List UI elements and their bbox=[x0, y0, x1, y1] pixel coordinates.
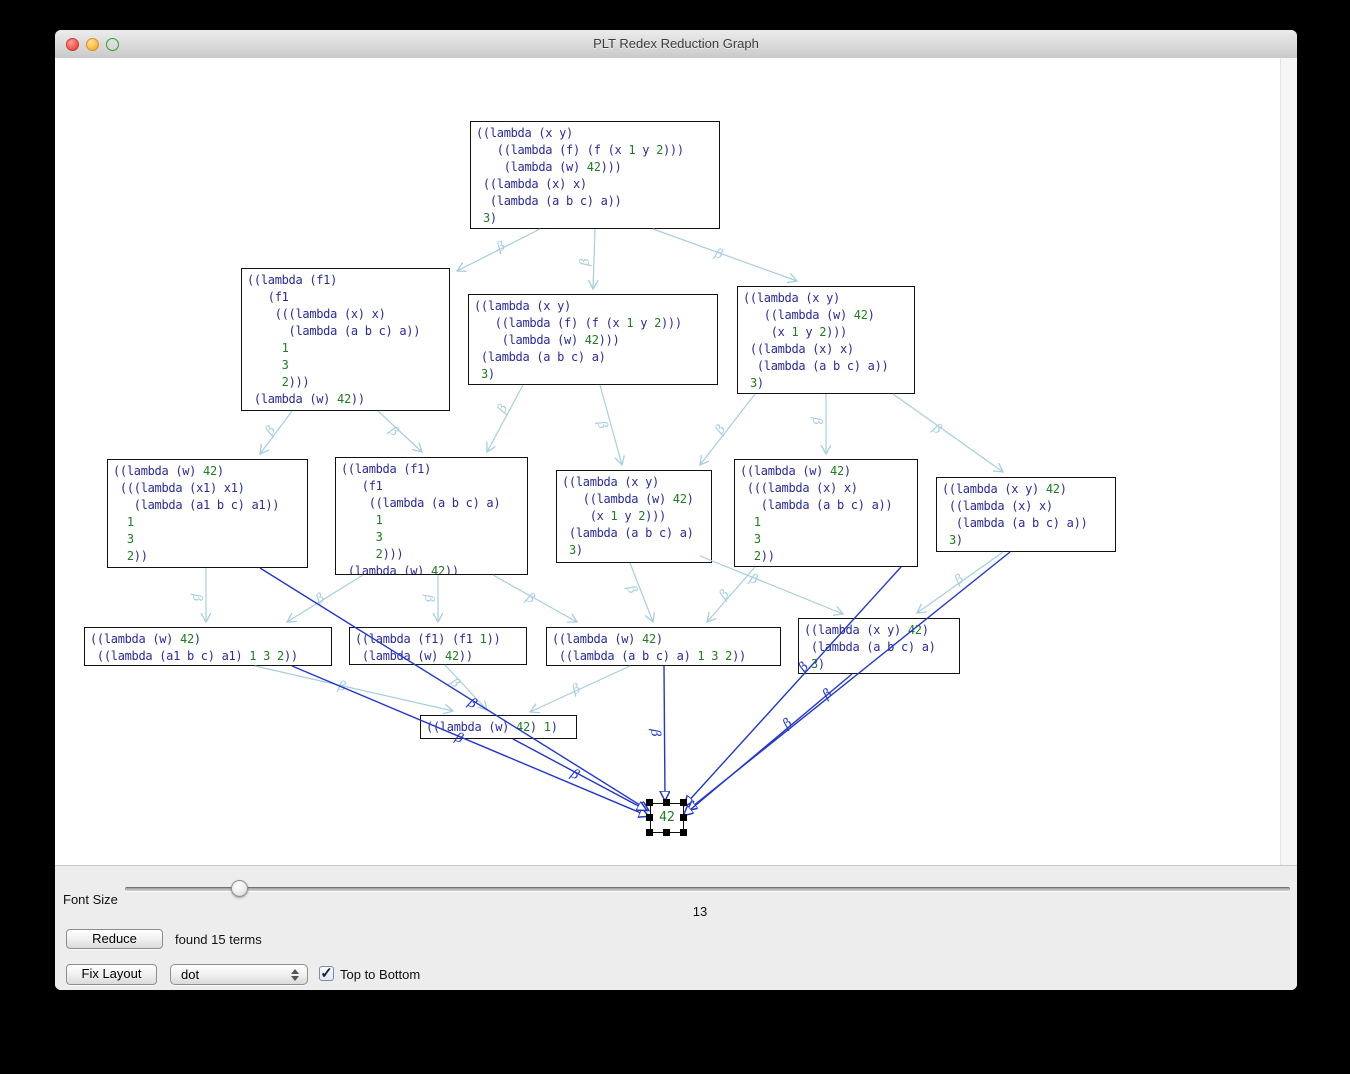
redex-window: PLT Redex Reduction Graph ((lambda (x y)… bbox=[55, 30, 1297, 990]
term-node-n12[interactable]: ((lambda (w) 42) ((lambda (a b c) a) 1 3… bbox=[546, 627, 781, 666]
window-title: PLT Redex Reduction Graph bbox=[55, 30, 1297, 58]
control-panel: Font Size 13 Reduce found 15 terms Fix L… bbox=[55, 865, 1297, 990]
font-size-slider-thumb[interactable] bbox=[231, 880, 248, 897]
edge-label-beta: β bbox=[779, 716, 795, 733]
edge-label-beta: β bbox=[567, 766, 582, 783]
term-node-n2[interactable]: ((lambda (f1) (f1 (((lambda (x) x) (lamb… bbox=[241, 268, 450, 411]
popup-arrows-icon bbox=[291, 967, 300, 983]
edge-label-beta: β bbox=[746, 571, 760, 588]
edge-label-beta: β bbox=[523, 590, 538, 607]
selection-handle[interactable] bbox=[663, 799, 670, 806]
edge-label-beta: β bbox=[446, 675, 463, 691]
term-node-n14[interactable]: ((lambda (w) 42) 1) bbox=[420, 715, 577, 739]
layout-select[interactable]: dot bbox=[170, 964, 308, 985]
title-bar: PLT Redex Reduction Graph bbox=[55, 30, 1297, 59]
selection-handle[interactable] bbox=[680, 799, 687, 806]
edge-label-beta: β bbox=[809, 416, 824, 425]
top-to-bottom-label: Top to Bottom bbox=[340, 967, 420, 982]
edge-label-beta: β bbox=[189, 593, 204, 602]
selection-handle[interactable] bbox=[663, 829, 670, 836]
selection-handle[interactable] bbox=[646, 829, 653, 836]
layout-select-value: dot bbox=[181, 967, 199, 982]
edge-label-beta: β bbox=[494, 402, 511, 417]
term-node-n3[interactable]: ((lambda (x y) ((lambda (f) (f (x 1 y 2)… bbox=[468, 294, 718, 385]
font-size-label: Font Size bbox=[63, 892, 118, 907]
checkmark-icon: ✓ bbox=[320, 965, 333, 982]
edge-label-beta: β bbox=[313, 591, 328, 608]
status-text: found 15 terms bbox=[175, 932, 262, 947]
edge-label-beta: β bbox=[819, 686, 835, 703]
term-node-n6[interactable]: ((lambda (f1) (f1 ((lambda (a b c) a) 1 … bbox=[335, 457, 528, 575]
term-node-n8[interactable]: ((lambda (w) 42) (((lambda (x) x) (lambd… bbox=[734, 459, 918, 567]
font-size-value: 13 bbox=[635, 904, 765, 919]
edge-label-beta: β bbox=[421, 594, 436, 603]
edge-label-beta: β bbox=[951, 572, 967, 589]
reduce-button[interactable]: Reduce bbox=[66, 929, 163, 949]
selection-handle[interactable] bbox=[646, 814, 653, 821]
edge-label-beta: β bbox=[569, 681, 583, 698]
edge-label-beta: β bbox=[578, 258, 593, 267]
term-node-n7[interactable]: ((lambda (x y) ((lambda (w) 42) (x 1 y 2… bbox=[556, 470, 712, 563]
top-to-bottom-checkbox[interactable]: ✓ bbox=[319, 966, 334, 981]
edge-label-beta: β bbox=[623, 583, 640, 596]
term-node-n5[interactable]: ((lambda (w) 42) (((lambda (x1) x1) (lam… bbox=[107, 459, 308, 568]
term-node-n1[interactable]: ((lambda (x y) ((lambda (f) (f (x 1 y 2)… bbox=[470, 121, 720, 229]
edge-label-beta: β bbox=[385, 423, 401, 440]
term-node-n10[interactable]: ((lambda (w) 42) ((lambda (a1 b c) a1) 1… bbox=[84, 627, 332, 666]
edge-label-beta: β bbox=[262, 423, 279, 439]
edge-label-beta: β bbox=[712, 246, 725, 263]
graph-canvas: ((lambda (x y) ((lambda (f) (f (x 1 y 2)… bbox=[55, 58, 1281, 866]
selection-handle[interactable] bbox=[680, 829, 687, 836]
edge-label-beta: β bbox=[593, 419, 610, 431]
edge-label-beta: β bbox=[712, 422, 729, 438]
font-size-slider-track[interactable] bbox=[125, 887, 1290, 891]
term-node-n11[interactable]: ((lambda (f1) (f1 1)) (lambda (w) 42)) bbox=[349, 627, 527, 665]
edge-label-beta: β bbox=[494, 239, 508, 256]
selection-handle[interactable] bbox=[680, 814, 687, 821]
term-node-n9[interactable]: ((lambda (x y) 42) ((lambda (x) x) (lamb… bbox=[936, 477, 1116, 552]
selection-handle[interactable] bbox=[646, 799, 653, 806]
edge-label-beta: β bbox=[929, 421, 945, 438]
fix-layout-button[interactable]: Fix Layout bbox=[66, 964, 157, 985]
edge-label-beta: β bbox=[647, 728, 662, 737]
scrollbar-gutter[interactable] bbox=[1280, 58, 1297, 866]
edge-label-beta: β bbox=[464, 695, 479, 712]
term-node-n13[interactable]: ((lambda (x y) 42) (lambda (a b c) a) 3) bbox=[798, 618, 960, 674]
edge-label-beta: β bbox=[336, 678, 348, 695]
edge-label-beta: β bbox=[716, 587, 733, 603]
term-node-n4[interactable]: ((lambda (x y) ((lambda (w) 42) (x 1 y 2… bbox=[737, 286, 915, 394]
